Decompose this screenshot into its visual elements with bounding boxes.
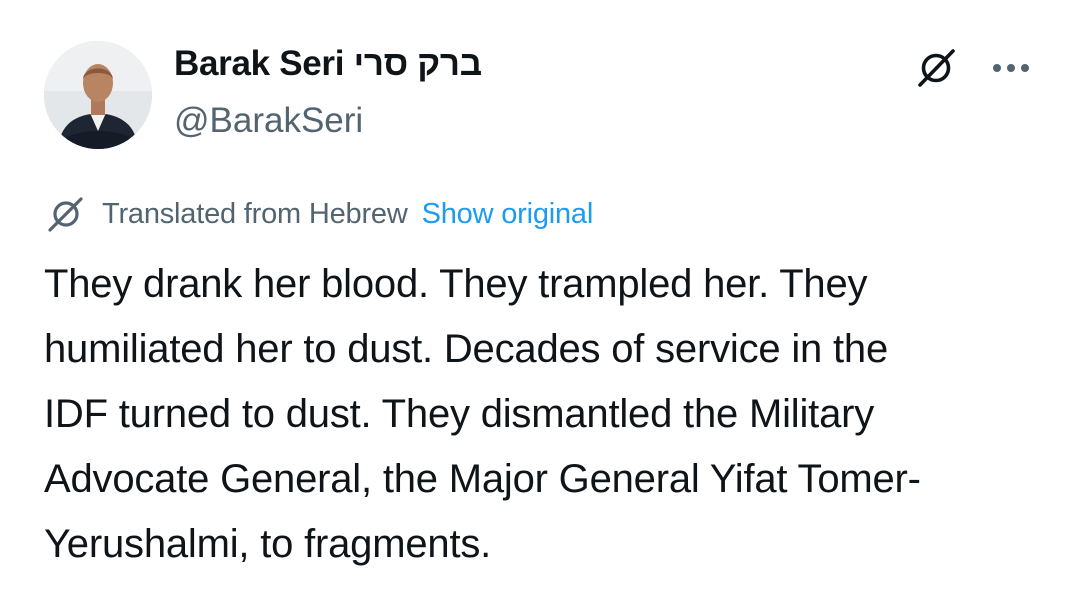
translation-bar: Translated from Hebrew Show original <box>44 194 593 234</box>
show-original-link[interactable]: Show original <box>422 198 594 231</box>
grok-slash-circle-icon <box>44 194 88 234</box>
avatar-photo <box>44 41 152 149</box>
more-horizontal-icon <box>993 64 1029 72</box>
grok-button[interactable] <box>912 44 960 92</box>
more-options-button[interactable] <box>986 50 1036 86</box>
translated-from-label: Translated from Hebrew <box>102 197 408 230</box>
author-avatar[interactable] <box>44 41 152 149</box>
grok-slash-circle-icon <box>918 49 955 87</box>
author-handle[interactable]: @BarakSeri <box>174 101 363 141</box>
author-display-name[interactable]: Barak Seri ברק סרי <box>174 44 482 84</box>
tweet-text: They drank her blood. They trampled her.… <box>44 262 921 566</box>
